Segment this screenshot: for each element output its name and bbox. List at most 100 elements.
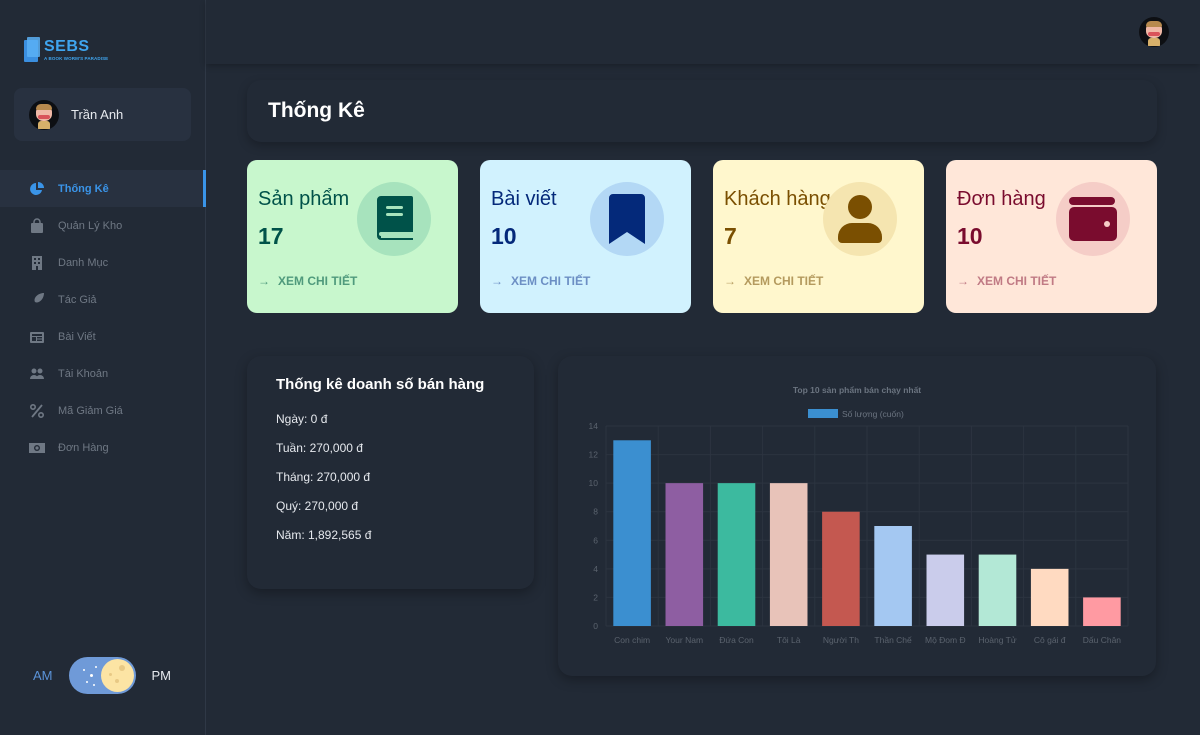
book-logo-icon xyxy=(22,36,40,64)
sales-day: Ngày: 0 đ xyxy=(276,412,328,426)
x-tick-label: Đứa Con xyxy=(719,635,754,645)
y-tick-label: 4 xyxy=(593,564,598,574)
x-tick-label: Mộ Đom Đ xyxy=(925,635,966,645)
stat-icon-circle xyxy=(357,182,431,256)
sidebar-item-thong-ke[interactable]: Thống Kê xyxy=(0,170,206,207)
stat-card-bai-viet: Bài viết 10 → XEM CHI TIẾT xyxy=(480,160,691,313)
sidebar-item-ma-giam-gia[interactable]: Mã Giảm Giá xyxy=(0,392,206,429)
sales-year: Năm: 1,892,565 đ xyxy=(276,528,372,542)
view-details-link[interactable]: → XEM CHI TIẾT xyxy=(957,274,1056,288)
y-tick-label: 8 xyxy=(593,507,598,517)
y-tick-label: 0 xyxy=(593,621,598,631)
sales-title: Thống kê doanh số bán hàng xyxy=(276,376,485,393)
y-tick-label: 14 xyxy=(589,421,599,431)
x-tick-label: Tôi Là xyxy=(777,635,801,645)
wallet-icon xyxy=(1069,197,1117,241)
sidebar-item-label: Quản Lý Kho xyxy=(58,219,123,232)
legend-swatch xyxy=(808,409,838,418)
y-tick-label: 12 xyxy=(589,450,599,460)
app-logo[interactable]: SEBS A BOOK WORM'S PARADISE xyxy=(22,36,108,64)
sidebar: SEBS A BOOK WORM'S PARADISE Trần Anh Thố… xyxy=(0,0,206,735)
page-title: Thống Kê xyxy=(268,99,365,122)
stat-icon-circle xyxy=(590,182,664,256)
y-tick-label: 6 xyxy=(593,535,598,545)
arrow-right-icon: → xyxy=(957,274,969,288)
pie-chart-icon xyxy=(29,181,45,197)
bar[interactable] xyxy=(769,483,808,626)
top-bar xyxy=(206,0,1200,64)
view-details-link[interactable]: → XEM CHI TIẾT xyxy=(724,274,823,288)
x-tick-label: Thần Chế xyxy=(874,635,912,645)
x-tick-label: Người Th xyxy=(823,635,859,645)
header-avatar[interactable] xyxy=(1139,17,1169,47)
page-title-card: Thống Kê xyxy=(247,80,1157,142)
sidebar-item-bai-viet[interactable]: Bài Viết xyxy=(0,318,206,355)
x-tick-label: Cô gái đ xyxy=(1034,635,1066,645)
sidebar-item-label: Bài Viết xyxy=(58,330,96,343)
bar[interactable] xyxy=(717,483,756,626)
pm-label: PM xyxy=(151,668,172,683)
bar[interactable] xyxy=(613,440,651,626)
sidebar-item-tai-khoan[interactable]: Tài Khoản xyxy=(0,355,206,392)
x-tick-label: Your Nam xyxy=(666,635,703,645)
view-details-link[interactable]: → XEM CHI TIẾT xyxy=(491,274,590,288)
sales-quarter: Quý: 270,000 đ xyxy=(276,499,359,513)
x-tick-label: Con chim xyxy=(614,635,650,645)
sales-week: Tuần: 270,000 đ xyxy=(276,441,363,455)
arrow-right-icon: → xyxy=(491,274,503,288)
y-tick-label: 10 xyxy=(589,478,599,488)
sidebar-item-label: Thống Kê xyxy=(58,182,109,195)
bar[interactable] xyxy=(665,483,704,626)
chart-title: Top 10 sản phẩm bán chạy nhất xyxy=(793,385,921,395)
legend-label: Số lượng (cuốn) xyxy=(842,409,904,419)
sidebar-item-label: Danh Mục xyxy=(58,256,109,269)
bestseller-bar-chart: Top 10 sản phẩm bán chạy nhất Số lượng (… xyxy=(589,385,1129,645)
bar[interactable] xyxy=(926,554,965,626)
arrow-right-icon: → xyxy=(258,274,270,288)
bar[interactable] xyxy=(1083,597,1121,626)
sidebar-item-label: Tài Khoản xyxy=(58,367,109,380)
sidebar-item-label: Mã Giảm Giá xyxy=(58,404,123,417)
sidebar-item-tac-gia[interactable]: Tác Giả xyxy=(0,281,206,318)
sales-summary-card: Thống kê doanh số bán hàng Ngày: 0 đ Tuầ… xyxy=(247,356,534,589)
building-icon xyxy=(29,255,45,271)
bookmark-icon xyxy=(609,194,645,244)
am-label: AM xyxy=(33,668,53,683)
sidebar-item-label: Đơn Hàng xyxy=(58,441,109,454)
stat-icon-circle xyxy=(823,182,897,256)
x-tick-label: Dấu Chân xyxy=(1083,635,1122,645)
theme-toggle: AM PM xyxy=(33,657,171,694)
bar[interactable] xyxy=(874,526,912,626)
logo-subtitle: A BOOK WORM'S PARADISE xyxy=(44,55,109,61)
sales-month: Tháng: 270,000 đ xyxy=(276,470,371,484)
newspaper-icon xyxy=(29,329,45,345)
money-bill-icon xyxy=(29,440,45,456)
theme-switch[interactable] xyxy=(68,657,136,694)
stat-card-don-hang: Đơn hàng 10 → XEM CHI TIẾT xyxy=(946,160,1157,313)
sidebar-item-label: Tác Giả xyxy=(58,293,97,306)
view-details-link[interactable]: → XEM CHI TIẾT xyxy=(258,274,357,288)
user-profile-card[interactable]: Trần Anh xyxy=(14,88,191,141)
stat-card-san-pham: Sản phẩm 17 → XEM CHI TIẾT xyxy=(247,160,458,313)
logo-title: SEBS xyxy=(44,37,90,55)
bar[interactable] xyxy=(822,511,860,626)
moon-icon xyxy=(100,659,134,692)
avatar xyxy=(29,99,59,130)
book-icon xyxy=(377,196,413,240)
bar[interactable] xyxy=(1030,568,1069,626)
user-name: Trần Anh xyxy=(71,107,124,122)
bar[interactable] xyxy=(978,554,1017,626)
users-icon xyxy=(29,366,45,382)
sidebar-nav: Thống Kê Quản Lý Kho Danh Mục Tác Giả Bà… xyxy=(0,170,206,466)
bestseller-chart-card: Top 10 sản phẩm bán chạy nhất Số lượng (… xyxy=(558,356,1156,676)
sidebar-item-danh-muc[interactable]: Danh Mục xyxy=(0,244,206,281)
stat-icon-circle xyxy=(1056,182,1130,256)
sidebar-item-quan-ly-kho[interactable]: Quản Lý Kho xyxy=(0,207,206,244)
percent-icon xyxy=(29,403,45,419)
y-tick-label: 2 xyxy=(593,592,598,602)
shopping-bag-icon xyxy=(29,217,45,234)
x-tick-label: Hoàng Tử xyxy=(978,635,1016,645)
stat-card-khach-hang: Khách hàng 7 → XEM CHI TIẾT xyxy=(713,160,924,313)
feather-icon xyxy=(29,292,45,308)
sidebar-item-don-hang[interactable]: Đơn Hàng xyxy=(0,429,206,466)
